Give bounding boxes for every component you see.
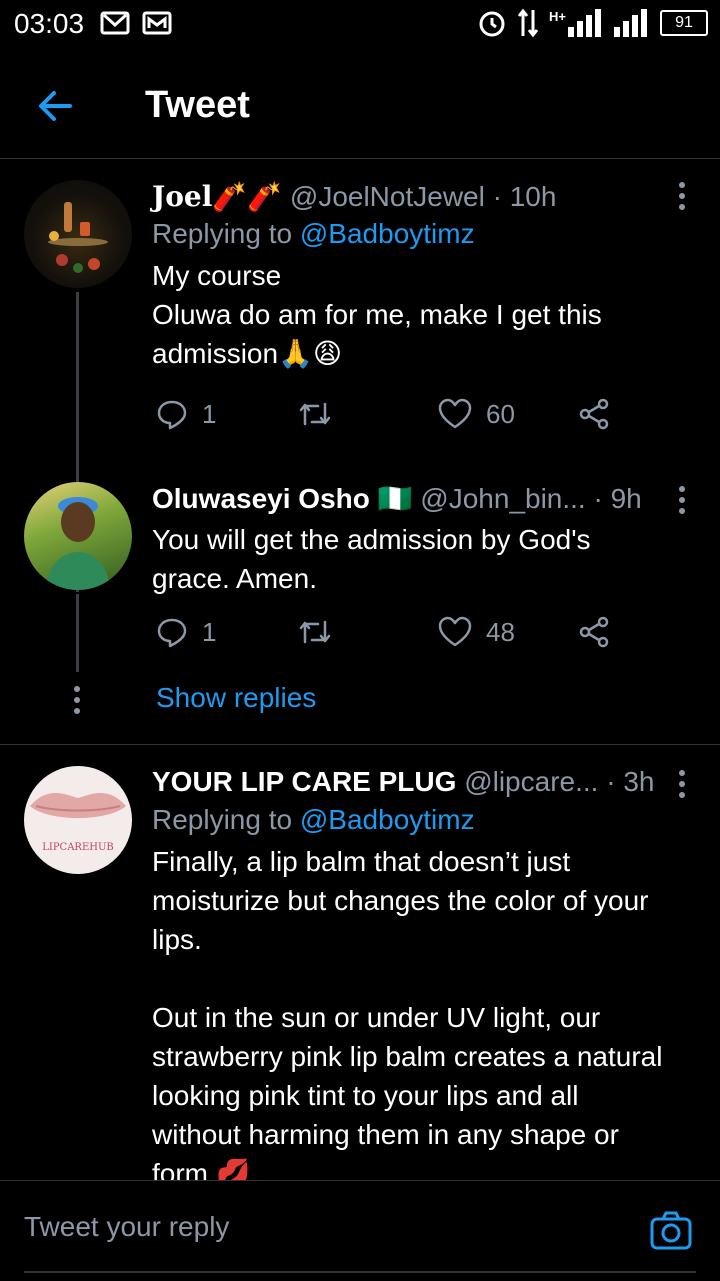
battery-level: 91 <box>675 14 693 31</box>
tweet-header: YOUR LIP CARE PLUG @lipcare... · 3h <box>152 766 696 802</box>
more-options-icon[interactable] <box>678 182 686 215</box>
reply-button[interactable]: 1 <box>156 398 216 430</box>
tweet-time: · 10h <box>492 181 557 212</box>
reply-icon <box>157 400 187 430</box>
author-emoji: 🧨🧨 <box>212 181 283 212</box>
replying-to: Replying to @Badboytimz <box>152 804 696 836</box>
share-button[interactable] <box>578 398 624 430</box>
show-replies-link[interactable]: Show replies <box>156 682 316 714</box>
top-app-bar: Tweet <box>0 50 720 159</box>
reply-count: 1 <box>202 616 217 647</box>
status-time: 03:03 <box>14 8 85 39</box>
tweet-joel[interactable]: Joel🧨🧨 @JoelNotJewel · 10h Replying to @… <box>0 160 720 592</box>
retweet-icon <box>299 402 331 426</box>
replying-handle[interactable]: @Badboytimz <box>300 804 475 835</box>
avatar-image: LIPCAREHUB <box>30 793 126 853</box>
share-icon <box>579 616 609 648</box>
tweet-content: Joel🧨🧨 @JoelNotJewel · 10h Replying to @… <box>152 180 696 373</box>
data-transfer-icon <box>517 8 539 38</box>
divider <box>24 1271 696 1273</box>
tweet-content: YOUR LIP CARE PLUG @lipcare... · 3h Repl… <box>152 766 696 1180</box>
more-replies-dots <box>74 686 80 719</box>
tweet-time: · 9h <box>593 483 642 514</box>
reply-count: 1 <box>202 398 217 429</box>
replying-handle[interactable]: @Badboytimz <box>300 218 475 249</box>
tweet-lipcare[interactable]: LIPCAREHUB YOUR LIP CARE PLUG @lipcare..… <box>0 766 720 1180</box>
author-handle[interactable]: @John_bin... <box>420 483 585 514</box>
share-icon <box>579 398 609 430</box>
heart-icon <box>438 398 472 429</box>
author-name[interactable]: Joel <box>152 180 212 213</box>
signal-icon <box>568 9 601 37</box>
reply-icon <box>157 618 187 648</box>
replying-prefix: Replying to <box>152 804 300 835</box>
author-handle[interactable]: @JoelNotJewel <box>290 181 485 212</box>
tweet-actions: 1 60 <box>152 398 622 438</box>
share-button[interactable] <box>578 616 624 648</box>
like-button[interactable]: 48 <box>438 616 515 648</box>
page-title: Tweet <box>145 84 250 126</box>
retweet-icon <box>299 620 331 644</box>
tweet-header: Oluwaseyi Osho 🇳🇬 @John_bin... · 9h <box>152 482 696 518</box>
divider <box>0 744 720 745</box>
avatar[interactable] <box>24 180 132 288</box>
like-count: 60 <box>486 398 515 429</box>
thread-line <box>76 594 79 672</box>
alarm-icon <box>479 11 505 37</box>
author-name[interactable]: YOUR LIP CARE PLUG <box>152 766 456 797</box>
avatar-logo-text: LIPCAREHUB <box>42 842 114 853</box>
retweet-button[interactable] <box>298 616 346 648</box>
author-name[interactable]: Oluwaseyi Osho <box>152 483 370 514</box>
tweet-actions: 1 48 <box>152 616 622 656</box>
avatar[interactable] <box>24 482 132 590</box>
like-button[interactable]: 60 <box>438 398 515 430</box>
tweet-oluwaseyi[interactable]: Oluwaseyi Osho 🇳🇬 @John_bin... · 9h You … <box>0 460 720 682</box>
signal-icon-2 <box>614 9 647 37</box>
status-bar: 03:03 H+ 91 <box>0 0 720 50</box>
battery-icon: 91 <box>660 10 708 36</box>
camera-icon[interactable] <box>650 1211 692 1251</box>
back-arrow-icon[interactable] <box>36 86 76 126</box>
mail-icon <box>142 11 172 35</box>
tweet-content: Oluwaseyi Osho 🇳🇬 @John_bin... · 9h You … <box>152 482 696 598</box>
reply-button[interactable]: 1 <box>156 616 216 648</box>
replying-to: Replying to @Badboytimz <box>152 218 696 250</box>
reply-composer: Tweet your reply <box>0 1180 720 1281</box>
author-handle[interactable]: @lipcare... <box>464 766 598 797</box>
gmail-icon <box>100 11 130 35</box>
retweet-button[interactable] <box>298 398 346 430</box>
avatar-image <box>46 497 110 590</box>
tweet-text: Finally, a lip balm that doesn’t just mo… <box>152 846 663 1180</box>
tweet-text: You will get the admission by God's grac… <box>152 524 591 594</box>
more-options-icon[interactable] <box>678 770 686 803</box>
heart-icon <box>438 616 472 647</box>
more-options-icon[interactable] <box>678 486 686 519</box>
replying-prefix: Replying to <box>152 218 300 249</box>
tweet-text: My course Oluwa do am for me, make I get… <box>152 260 602 369</box>
tweet-time: · 3h <box>606 766 655 797</box>
avatar[interactable]: LIPCAREHUB <box>24 766 132 874</box>
like-count: 48 <box>486 616 515 647</box>
flag-emoji: 🇳🇬 <box>377 483 413 514</box>
network-type: H+ <box>549 8 566 24</box>
thread-line <box>76 460 79 482</box>
tweet-header: Joel🧨🧨 @JoelNotJewel · 10h <box>152 180 696 216</box>
avatar-image <box>48 202 108 273</box>
reply-input[interactable]: Tweet your reply <box>24 1211 229 1243</box>
